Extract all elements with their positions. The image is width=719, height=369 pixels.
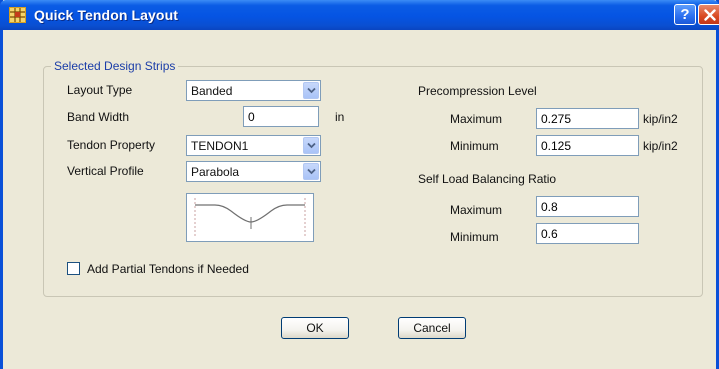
self-load-max-label: Maximum — [450, 203, 503, 217]
help-button[interactable]: ? — [674, 4, 696, 25]
close-button[interactable] — [698, 4, 719, 25]
self-load-max-field[interactable] — [536, 196, 639, 217]
vertical-profile-dropdown[interactable]: Parabola — [186, 161, 321, 182]
grid-app-icon — [9, 7, 26, 23]
window-title: Quick Tendon Layout — [34, 7, 178, 23]
vertical-profile-value: Parabola — [191, 165, 240, 179]
add-partial-tendons-label: Add Partial Tendons if Needed — [87, 262, 249, 276]
precompression-max-label: Maximum — [450, 112, 503, 126]
chevron-down-icon[interactable] — [303, 137, 319, 154]
self-load-min-label: Minimum — [450, 230, 499, 244]
chevron-down-icon[interactable] — [303, 82, 319, 99]
precompression-level-title: Precompression Level — [418, 84, 537, 98]
chevron-down-icon[interactable] — [303, 163, 319, 180]
cancel-button[interactable]: Cancel — [398, 317, 466, 339]
tendon-profile-preview — [186, 193, 314, 242]
self-load-balancing-title: Self Load Balancing Ratio — [418, 172, 557, 186]
tendon-property-value: TENDON1 — [191, 139, 249, 153]
vertical-profile-label: Vertical Profile — [67, 164, 144, 178]
precompression-max-field[interactable] — [536, 108, 639, 129]
ok-button[interactable]: OK — [281, 317, 349, 339]
band-width-label: Band Width — [67, 110, 130, 124]
precompression-max-unit: kip/in2 — [643, 112, 678, 126]
title-bar[interactable]: Quick Tendon Layout ? — [0, 0, 719, 30]
band-width-unit: in — [335, 110, 345, 124]
precompression-min-unit: kip/in2 — [643, 139, 678, 153]
group-title: Selected Design Strips — [51, 59, 179, 73]
tendon-property-dropdown[interactable]: TENDON1 — [186, 135, 321, 156]
band-width-field[interactable] — [243, 106, 319, 127]
precompression-min-label: Minimum — [450, 139, 499, 153]
self-load-min-field[interactable] — [536, 223, 639, 244]
quick-tendon-layout-dialog: Quick Tendon Layout ? Selected Design St… — [0, 0, 719, 369]
close-icon — [704, 9, 716, 21]
precompression-min-field[interactable] — [536, 135, 639, 156]
add-partial-tendons-checkbox[interactable] — [67, 262, 80, 275]
layout-type-value: Banded — [191, 84, 233, 98]
layout-type-dropdown[interactable]: Banded — [186, 80, 321, 101]
parabola-profile-icon — [194, 198, 306, 238]
layout-type-label: Layout Type — [67, 83, 133, 97]
tendon-property-label: Tendon Property — [67, 138, 156, 152]
